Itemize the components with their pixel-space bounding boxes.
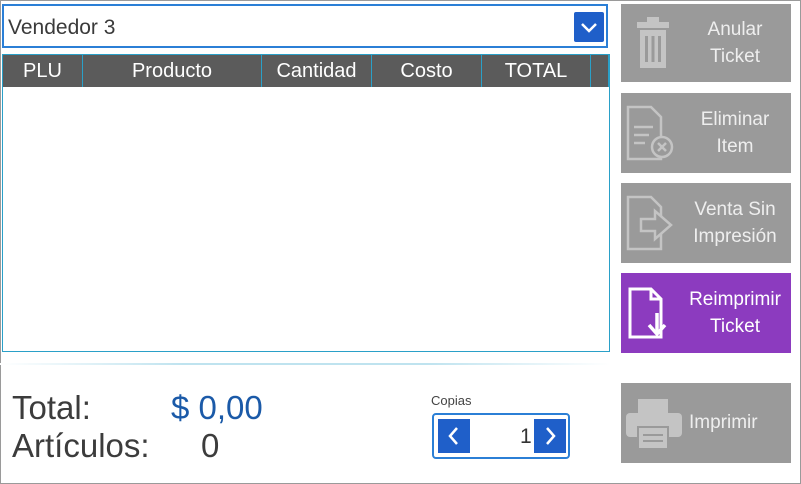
delete-item-label: Eliminar Item [700, 109, 770, 157]
column-header-spacer [591, 55, 609, 87]
document-remove-icon [626, 105, 674, 161]
column-header-costo[interactable]: Costo [372, 55, 482, 87]
total-value: $ 0,00 [171, 389, 263, 426]
decrement-button[interactable] [438, 419, 470, 453]
section-divider [0, 363, 610, 365]
vendor-select[interactable]: Vendedor 3 [2, 4, 608, 48]
increment-button[interactable] [534, 419, 566, 453]
chevron-down-icon[interactable] [574, 12, 604, 42]
column-header-producto[interactable]: Producto [83, 55, 262, 87]
sale-without-print-button[interactable]: Venta Sin Impresión [621, 183, 791, 263]
document-forward-icon [626, 195, 673, 251]
items-table[interactable]: PLU Producto Cantidad Costo TOTAL [2, 54, 610, 352]
print-button[interactable]: Imprimir [621, 383, 791, 463]
print-label: Imprimir [689, 412, 758, 433]
copies-value[interactable]: 1 [520, 425, 532, 449]
total-label: Total: [12, 389, 91, 426]
column-header-cantidad[interactable]: Cantidad [262, 55, 372, 87]
void-ticket-label: Anular Ticket [707, 19, 763, 67]
trash-icon [637, 17, 669, 68]
column-header-plu[interactable]: PLU [3, 55, 83, 87]
vendor-select-value: Vendedor 3 [8, 16, 116, 39]
column-header-total[interactable]: TOTAL [482, 55, 591, 87]
delete-item-button[interactable]: Eliminar Item [621, 93, 791, 173]
printer-icon [626, 399, 682, 450]
items-value: 0 [201, 427, 220, 464]
reprint-ticket-label: Reimprimir Ticket [689, 289, 781, 337]
table-header: PLU Producto Cantidad Costo TOTAL [3, 55, 609, 87]
reprint-ticket-button[interactable]: Reimprimir Ticket [621, 273, 791, 353]
items-label: Artículos: [12, 427, 150, 464]
document-download-icon [628, 287, 667, 339]
void-ticket-button[interactable]: Anular Ticket [621, 4, 791, 82]
copies-stepper[interactable]: 1 [432, 413, 570, 459]
sale-without-print-label: Venta Sin Impresión [693, 199, 777, 247]
copies-label: Copias [431, 393, 472, 408]
